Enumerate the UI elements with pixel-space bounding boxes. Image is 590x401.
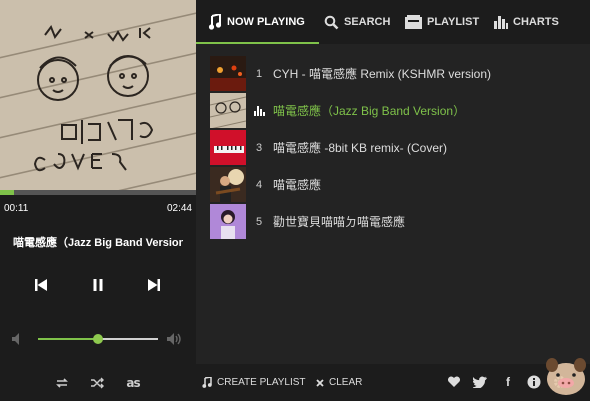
search-icon xyxy=(324,15,339,30)
track-thumbnail xyxy=(210,130,246,165)
clear-label: CLEAR xyxy=(329,377,363,388)
playback-progress-bar[interactable] xyxy=(0,190,196,195)
track-number: 3 xyxy=(256,141,263,154)
tab-bar: NOW PLAYING SEARCH PLAYLIST CHARTS xyxy=(196,0,590,44)
track-thumbnail xyxy=(210,167,246,202)
music-note-icon xyxy=(208,14,222,30)
track-title: 喵電感應 -8bit KB remix- (Cover) xyxy=(273,141,448,155)
pig-mascot-watermark xyxy=(546,358,586,395)
album-cover xyxy=(0,0,196,190)
tab-charts[interactable]: CHARTS xyxy=(494,0,559,44)
volume-fill xyxy=(38,338,98,340)
playlist-item[interactable]: 5 勸世寶貝喵喵ㄉ喵電感應 xyxy=(196,203,590,240)
shuffle-icon xyxy=(91,377,104,389)
heart-icon[interactable] xyxy=(446,374,462,390)
track-title: CYH - 喵電感應 Remix (KSHMR version) xyxy=(273,67,492,81)
repeat-icon xyxy=(56,378,68,388)
content-panel: NOW PLAYING SEARCH PLAYLIST CHARTS 1 CYH… xyxy=(196,0,590,401)
playlist-footer: CREATE PLAYLIST CLEAR f xyxy=(196,358,590,401)
volume-max-icon[interactable] xyxy=(166,331,182,347)
playback-controls xyxy=(0,272,196,298)
player-panel: 00:11 02:44 喵電感應（Jazz Big Band Version） xyxy=(0,0,196,401)
track-number: 4 xyxy=(256,178,263,191)
tab-search-label: SEARCH xyxy=(344,16,391,28)
time-display: 00:11 02:44 xyxy=(4,203,192,214)
next-button[interactable] xyxy=(141,272,167,298)
pause-icon xyxy=(93,279,103,291)
previous-button[interactable] xyxy=(28,272,54,298)
lastfm-icon[interactable]: as xyxy=(122,372,144,394)
track-title: 勸世寶貝喵喵ㄉ喵電感應 xyxy=(273,215,406,229)
volume-mute-icon[interactable] xyxy=(10,331,26,347)
playlist-item[interactable]: 4 喵電感應 xyxy=(196,166,590,203)
previous-icon xyxy=(35,279,47,291)
track-thumbnail xyxy=(210,93,246,128)
tab-now-playing[interactable]: NOW PLAYING xyxy=(196,0,319,44)
next-icon xyxy=(148,279,160,291)
tab-search[interactable]: SEARCH xyxy=(324,0,390,44)
clear-button[interactable]: CLEAR xyxy=(316,364,362,401)
bar-chart-icon xyxy=(494,15,508,29)
pause-button[interactable] xyxy=(85,272,111,298)
music-note-icon xyxy=(202,377,212,388)
elapsed-time: 00:11 xyxy=(4,203,29,214)
track-number: 1 xyxy=(256,67,263,80)
now-playing-equalizer-icon xyxy=(254,106,265,116)
close-icon xyxy=(316,378,324,387)
playlist-item-now-playing[interactable]: 喵電感應（Jazz Big Band Version） xyxy=(196,92,590,129)
playlist-item[interactable]: 1 CYH - 喵電感應 Remix (KSHMR version) xyxy=(196,55,590,92)
shuffle-button[interactable] xyxy=(88,372,106,394)
facebook-icon[interactable]: f xyxy=(500,374,516,390)
tab-now-playing-label: NOW PLAYING xyxy=(227,16,305,28)
track-title: 喵電感應（Jazz Big Band Version） xyxy=(273,104,466,118)
progress-fill xyxy=(0,190,14,195)
track-number: 5 xyxy=(256,215,263,228)
playlist-list: 1 CYH - 喵電感應 Remix (KSHMR version) 喵電感應（… xyxy=(196,55,590,240)
playback-mode-bar: as xyxy=(0,372,196,394)
volume-slider[interactable] xyxy=(38,334,158,344)
tab-playlist-label: PLAYLIST xyxy=(427,16,480,28)
playlist-icon xyxy=(405,15,422,29)
track-title: 喵電感應 xyxy=(273,178,322,192)
track-thumbnail xyxy=(210,56,246,91)
tab-playlist[interactable]: PLAYLIST xyxy=(405,0,479,44)
create-playlist-label: CREATE PLAYLIST xyxy=(217,377,306,388)
total-duration: 02:44 xyxy=(166,203,192,214)
now-playing-title: 喵電感應（Jazz Big Band Version） xyxy=(13,237,183,249)
track-thumbnail xyxy=(210,204,246,239)
playlist-item[interactable]: 3 喵電感應 -8bit KB remix- (Cover) xyxy=(196,129,590,166)
create-playlist-button[interactable]: CREATE PLAYLIST xyxy=(202,364,306,401)
volume-thumb[interactable] xyxy=(93,334,103,344)
volume-control xyxy=(0,326,196,352)
tab-charts-label: CHARTS xyxy=(513,16,559,28)
active-tab-indicator xyxy=(196,42,319,44)
twitter-icon[interactable] xyxy=(472,374,488,390)
repeat-button[interactable] xyxy=(53,372,71,394)
